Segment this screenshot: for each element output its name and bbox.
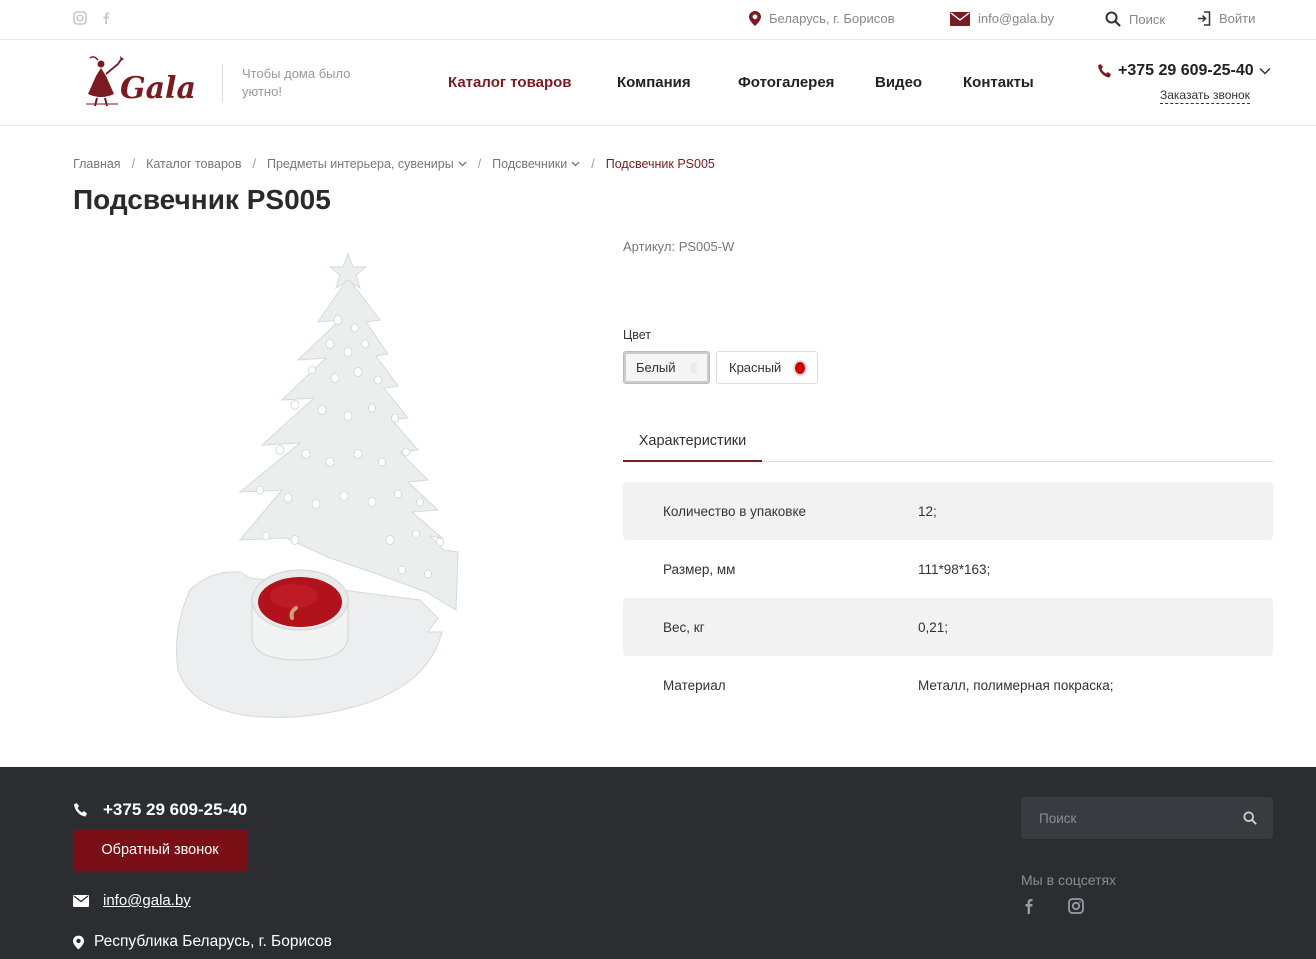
product-sku: Артикул: PS005-W: [623, 239, 735, 254]
color-swatch: [689, 361, 697, 374]
spec-name: Количество в упаковке: [663, 503, 807, 519]
breadcrumb-separator: /: [591, 157, 595, 171]
search-link[interactable]: Поиск: [1105, 11, 1165, 27]
email-link[interactable]: info@gala.by: [950, 11, 1054, 26]
breadcrumb-interior[interactable]: Предметы интерьера, сувениры: [267, 157, 454, 171]
search-icon[interactable]: [1243, 811, 1257, 825]
footer-phone[interactable]: +375 29 609-25-40: [73, 800, 247, 820]
svg-text:Gala: Gala: [120, 71, 194, 106]
map-pin-icon: [73, 935, 84, 949]
breadcrumb-separator: /: [477, 157, 482, 171]
login-label: Войти: [1219, 11, 1256, 26]
spec-value: 12;: [918, 503, 937, 519]
search-label: Поиск: [1129, 11, 1166, 27]
chevron-down-icon[interactable]: [458, 161, 467, 167]
footer-email-text: info@gala.by: [103, 892, 191, 909]
callback-button[interactable]: Обратный звонок: [73, 830, 247, 871]
location-text: Беларусь, г. Борисов: [769, 11, 895, 26]
footer-address-text: Республика Беларусь, г. Борисов: [94, 933, 332, 950]
top-bar: Беларусь, г. Борисов info@gala.by Поиск …: [0, 0, 1316, 40]
spec-value: Металл, полимерная покраска;: [918, 677, 1114, 693]
phone-icon: [74, 803, 87, 817]
search-input[interactable]: [1021, 797, 1231, 839]
phone-icon: [1098, 64, 1111, 78]
gala-logo[interactable]: Gala: [84, 54, 194, 112]
footer-address: Республика Беларусь, г. Борисов: [73, 933, 332, 951]
footer: +375 29 609-25-40 Обратный звонок info@g…: [0, 767, 1316, 959]
header-phone-number: +375 29 609-25-40: [1118, 62, 1254, 79]
product-tabs: Характеристики: [623, 420, 1273, 462]
social-label: Мы в соцсетях: [1021, 872, 1117, 888]
color-option-white[interactable]: Белый: [623, 351, 710, 384]
nav-catalog[interactable]: Каталог товаров: [448, 74, 572, 91]
color-swatch: [795, 361, 805, 374]
footer-search: [1021, 797, 1273, 839]
login-link[interactable]: Войти: [1197, 11, 1255, 26]
envelope-icon: [73, 894, 89, 907]
chevron-down-icon[interactable]: [571, 161, 580, 167]
facebook-icon[interactable]: [99, 11, 113, 25]
breadcrumb-candlesticks[interactable]: Подсвечники: [492, 157, 567, 171]
header: Gala Чтобы дома было уютно! Каталог това…: [0, 40, 1316, 126]
order-call-link[interactable]: Заказать звонок: [1160, 88, 1250, 104]
spec-name: Материал: [663, 677, 726, 693]
color-option-label: Красный: [729, 360, 782, 375]
envelope-icon: [950, 11, 970, 26]
slogan: Чтобы дома было уютно!: [242, 66, 351, 99]
table-row: Материал Металл, полимерная покраска;: [623, 656, 1273, 714]
color-label: Цвет: [623, 328, 652, 342]
breadcrumb-catalog[interactable]: Каталог товаров: [146, 157, 241, 171]
facebook-icon[interactable]: [1022, 898, 1036, 914]
color-option-label: Белый: [636, 360, 676, 375]
product-image[interactable]: [90, 240, 570, 740]
spec-value: 0,21;: [918, 619, 949, 635]
specs-table: Количество в упаковке 12; Размер, мм 111…: [623, 482, 1273, 714]
footer-phone-number: +375 29 609-25-40: [103, 800, 248, 819]
nav-video[interactable]: Видео: [875, 74, 922, 91]
footer-email[interactable]: info@gala.by: [73, 892, 191, 909]
nav-contacts[interactable]: Контакты: [963, 74, 1034, 91]
table-row: Вес, кг 0,21;: [623, 598, 1273, 656]
breadcrumb-separator: /: [252, 157, 256, 171]
nav-photogallery[interactable]: Фотогалерея: [738, 74, 834, 91]
login-icon: [1198, 11, 1211, 26]
breadcrumb-home[interactable]: Главная: [73, 157, 121, 171]
map-pin-icon: [749, 11, 761, 26]
tab-characteristics[interactable]: Характеристики: [623, 420, 762, 462]
breadcrumb: Главная / Каталог товаров / Предметы инт…: [73, 157, 715, 171]
email-text: info@gala.by: [978, 11, 1055, 26]
logo-divider: [222, 64, 223, 102]
breadcrumb-separator: /: [131, 157, 136, 171]
chevron-down-icon[interactable]: [1259, 67, 1271, 75]
table-row: Размер, мм 111*98*163;: [623, 540, 1273, 598]
instagram-icon[interactable]: [1068, 898, 1084, 914]
page-title: Подсвечник PS005: [73, 184, 331, 215]
color-option-red[interactable]: Красный: [716, 351, 818, 384]
spec-name: Размер, мм: [663, 561, 736, 577]
location-link[interactable]: Беларусь, г. Борисов: [749, 11, 895, 26]
breadcrumb-current: Подсвечник PS005: [605, 157, 715, 171]
search-icon: [1105, 11, 1121, 27]
nav-company[interactable]: Компания: [617, 74, 691, 91]
spec-name: Вес, кг: [663, 619, 705, 635]
header-phone[interactable]: +375 29 609-25-40: [1097, 62, 1271, 80]
spec-value: 111*98*163;: [918, 561, 991, 577]
table-row: Количество в упаковке 12;: [623, 482, 1273, 540]
instagram-icon[interactable]: [73, 11, 87, 25]
